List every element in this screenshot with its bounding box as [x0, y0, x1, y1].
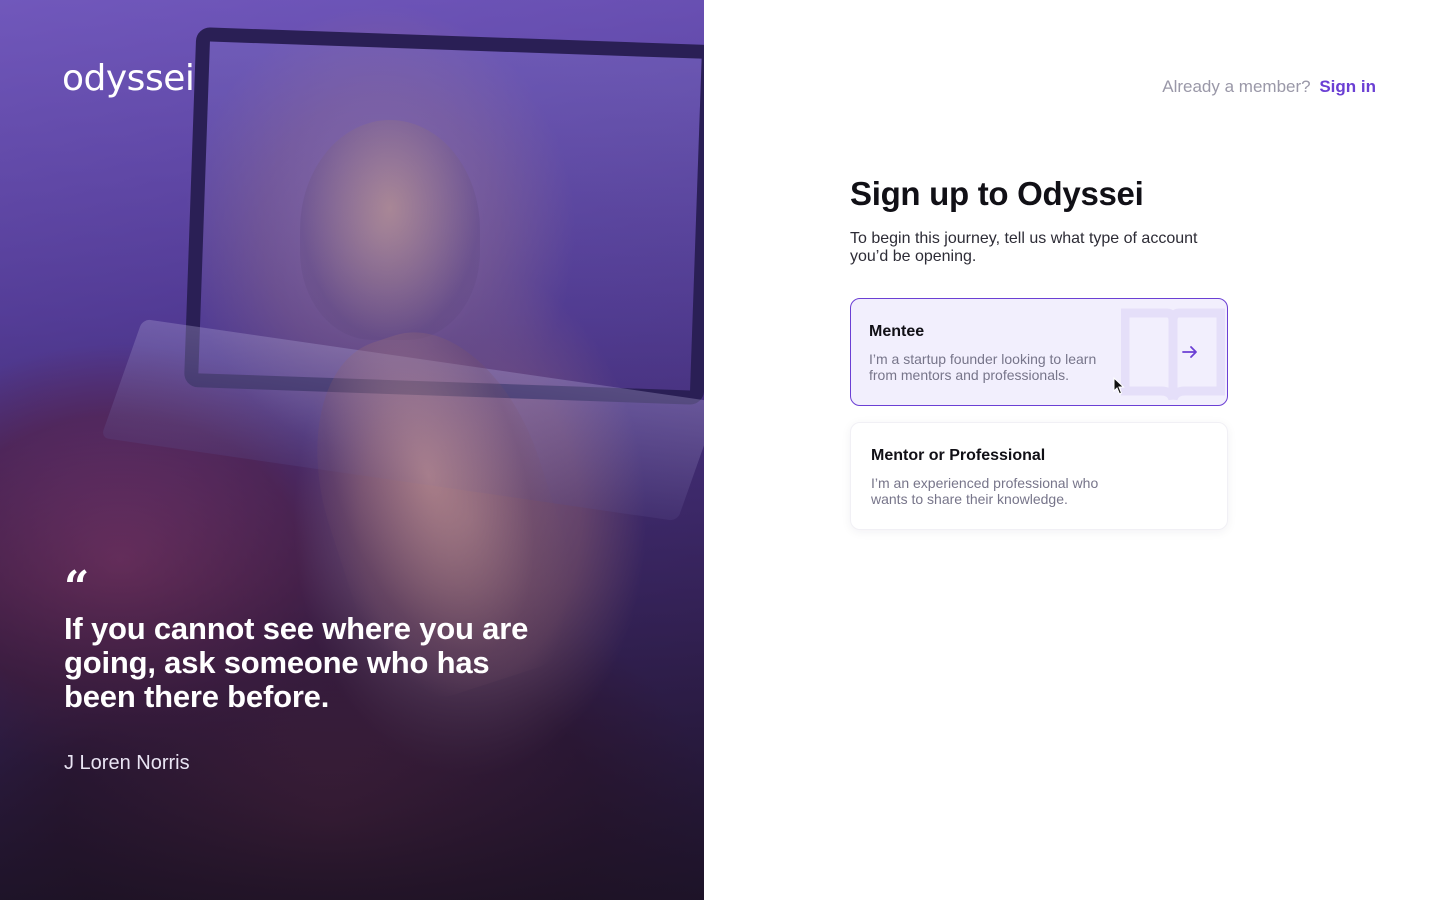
signup-form: Sign up to Odyssei To begin this journey…: [850, 172, 1228, 530]
option-description: I’m an experienced professional who want…: [871, 475, 1099, 507]
option-title: Mentor or Professional: [871, 447, 1046, 464]
mouse-cursor-icon: [1113, 377, 1125, 395]
option-description: I’m a startup founder looking to learn f…: [869, 351, 1097, 383]
signin-prompt: Already a member? Sign in: [1162, 77, 1376, 97]
quote-author: J Loren Norris: [64, 752, 190, 774]
quote-text: If you cannot see where you are going, a…: [64, 611, 529, 714]
account-type-option-mentor[interactable]: Mentor or Professional I’m an experience…: [850, 422, 1228, 530]
hero-panel: odyssei “ If you cannot see where you ar…: [0, 0, 704, 900]
testimonial-quote: “ If you cannot see where you are going,…: [64, 562, 564, 775]
signup-page: odyssei “ If you cannot see where you ar…: [0, 0, 1440, 900]
arrow-right-icon: [1182, 346, 1197, 358]
quote-mark-icon: “: [64, 562, 90, 613]
book-icon: [1121, 308, 1225, 401]
page-title: Sign up to Odyssei: [850, 175, 1144, 212]
account-type-option-mentee[interactable]: Mentee I’m a startup founder looking to …: [850, 298, 1228, 406]
signin-link[interactable]: Sign in: [1319, 77, 1376, 96]
brand-logo: odyssei: [62, 58, 195, 99]
signin-prompt-text: Already a member?: [1162, 77, 1311, 96]
page-subtitle: To begin this journey, tell us what type…: [850, 230, 1198, 265]
hero-person-on-screen: [300, 120, 480, 340]
